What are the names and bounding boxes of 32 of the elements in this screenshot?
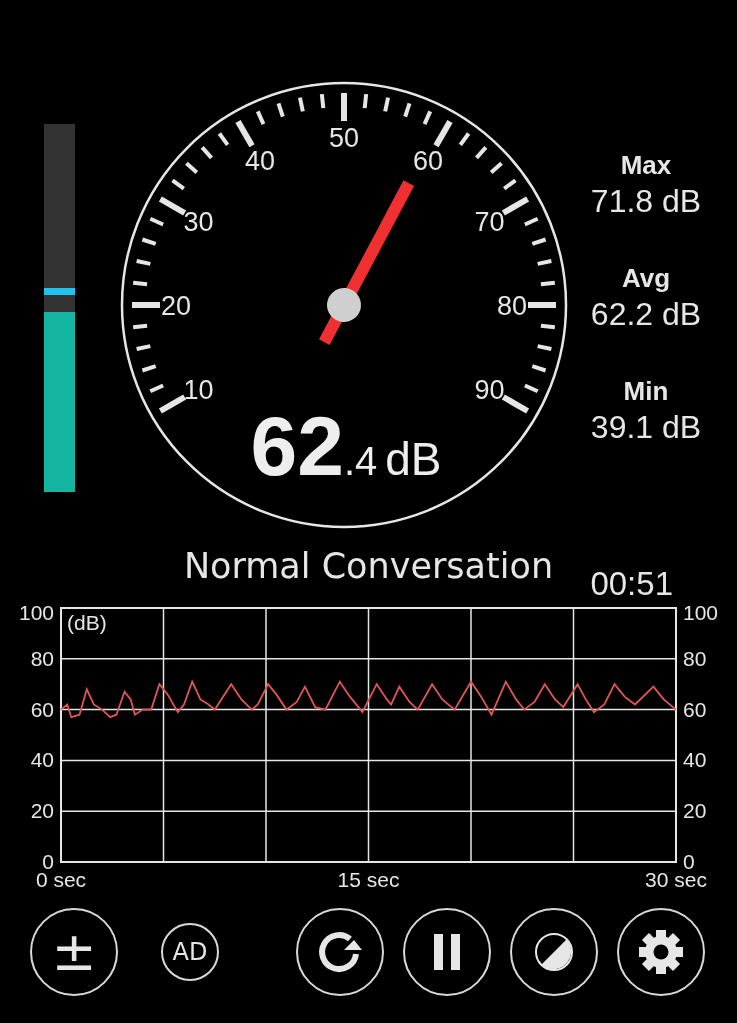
scale-label: 80 xyxy=(497,291,527,321)
scale-label: 70 xyxy=(474,207,505,237)
noise-category: Normal Conversation xyxy=(183,545,554,588)
y-tick-label: 20 xyxy=(30,799,54,823)
stat-label: Avg xyxy=(621,263,671,293)
right-axis-label: 80 xyxy=(683,646,707,670)
elapsed-time: 00:51 xyxy=(590,566,673,602)
y-tick-label: 40 xyxy=(30,748,54,772)
stat-value: 39.1 dB xyxy=(590,408,702,447)
y-tick-label: 80 xyxy=(30,646,54,670)
right-axis-label: 20 xyxy=(683,799,707,823)
scale-label: 30 xyxy=(183,207,214,237)
calibrate-button[interactable]: ± xyxy=(30,908,118,996)
scale-label: 90 xyxy=(474,375,505,405)
scale-label: 50 xyxy=(329,123,359,153)
sound-level-reading: 62.4 dB xyxy=(250,399,442,493)
scale-label: 60 xyxy=(413,145,443,176)
y-tick-label: 60 xyxy=(30,697,54,721)
x-tick-label: 15 sec xyxy=(337,868,400,891)
scale-label: 20 xyxy=(161,291,191,321)
scale-label: 10 xyxy=(183,375,214,405)
stat-label: Max xyxy=(620,150,672,180)
right-axis-label: 40 xyxy=(683,748,707,772)
right-axis-label: 60 xyxy=(683,697,707,721)
right-axis-label: 100 xyxy=(683,602,719,624)
ad-button[interactable]: AD xyxy=(161,923,219,981)
y-tick-label: 100 xyxy=(18,602,54,624)
axis-unit-label: (dB) xyxy=(67,611,107,634)
stat-label: Min xyxy=(623,376,669,406)
stat-value: 71.8 dB xyxy=(590,182,702,221)
scale-label: 40 xyxy=(245,145,275,176)
stat-value: 62.2 dB xyxy=(590,295,702,334)
